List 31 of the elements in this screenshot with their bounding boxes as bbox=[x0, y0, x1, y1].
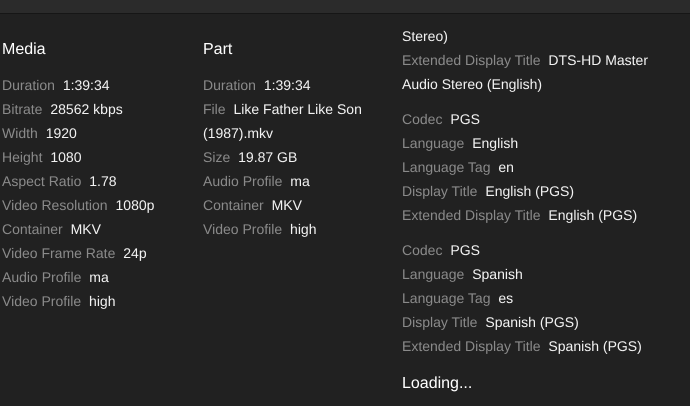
info-field: Display Title English (PGS) bbox=[402, 179, 672, 203]
info-field: Audio Profile ma bbox=[203, 169, 402, 193]
info-field: Language Tag en bbox=[402, 155, 672, 179]
info-field: Height 1080 bbox=[2, 145, 201, 169]
info-field: Video Frame Rate 24p bbox=[2, 241, 201, 265]
info-field: Extended Display Title English (PGS) bbox=[402, 203, 672, 227]
info-field: File Like Father Like Son (1987).mkv bbox=[203, 97, 402, 145]
info-field: Aspect Ratio 1.78 bbox=[2, 169, 201, 193]
info-field: Bitrate 28562 kbps bbox=[2, 97, 201, 121]
info-field: Codec PGS bbox=[402, 238, 672, 262]
info-field: Container MKV bbox=[2, 217, 201, 241]
info-field: Video Profile high bbox=[2, 289, 201, 313]
info-field: Size 19.87 GB bbox=[203, 145, 402, 169]
info-field: Extended Display Title Spanish (PGS) bbox=[402, 334, 672, 358]
info-field: Audio Profile ma bbox=[2, 265, 201, 289]
info-field: Language Tag es bbox=[402, 286, 672, 310]
info-field: Video Profile high bbox=[203, 217, 402, 241]
info-field: Video Resolution 1080p bbox=[2, 193, 201, 217]
field-value: Stereo) bbox=[402, 28, 448, 44]
info-field: Display Title Spanish (PGS) bbox=[402, 310, 672, 334]
info-field: Language Spanish bbox=[402, 262, 672, 286]
section-heading: Part bbox=[203, 40, 234, 60]
info-field: Container MKV bbox=[203, 193, 402, 217]
info-field: Duration 1:39:34 bbox=[2, 73, 201, 97]
info-field: Extended Display Title DTS-HD Master Audio Stereo (English) bbox=[402, 48, 672, 96]
info-field: Language English bbox=[402, 131, 672, 155]
info-field: Duration 1:39:34 bbox=[203, 73, 402, 97]
section-heading: Media bbox=[2, 40, 47, 60]
info-field: Codec PGS bbox=[402, 107, 672, 131]
info-field: Width 1920 bbox=[2, 121, 201, 145]
loading-text: Loading... bbox=[402, 374, 472, 394]
